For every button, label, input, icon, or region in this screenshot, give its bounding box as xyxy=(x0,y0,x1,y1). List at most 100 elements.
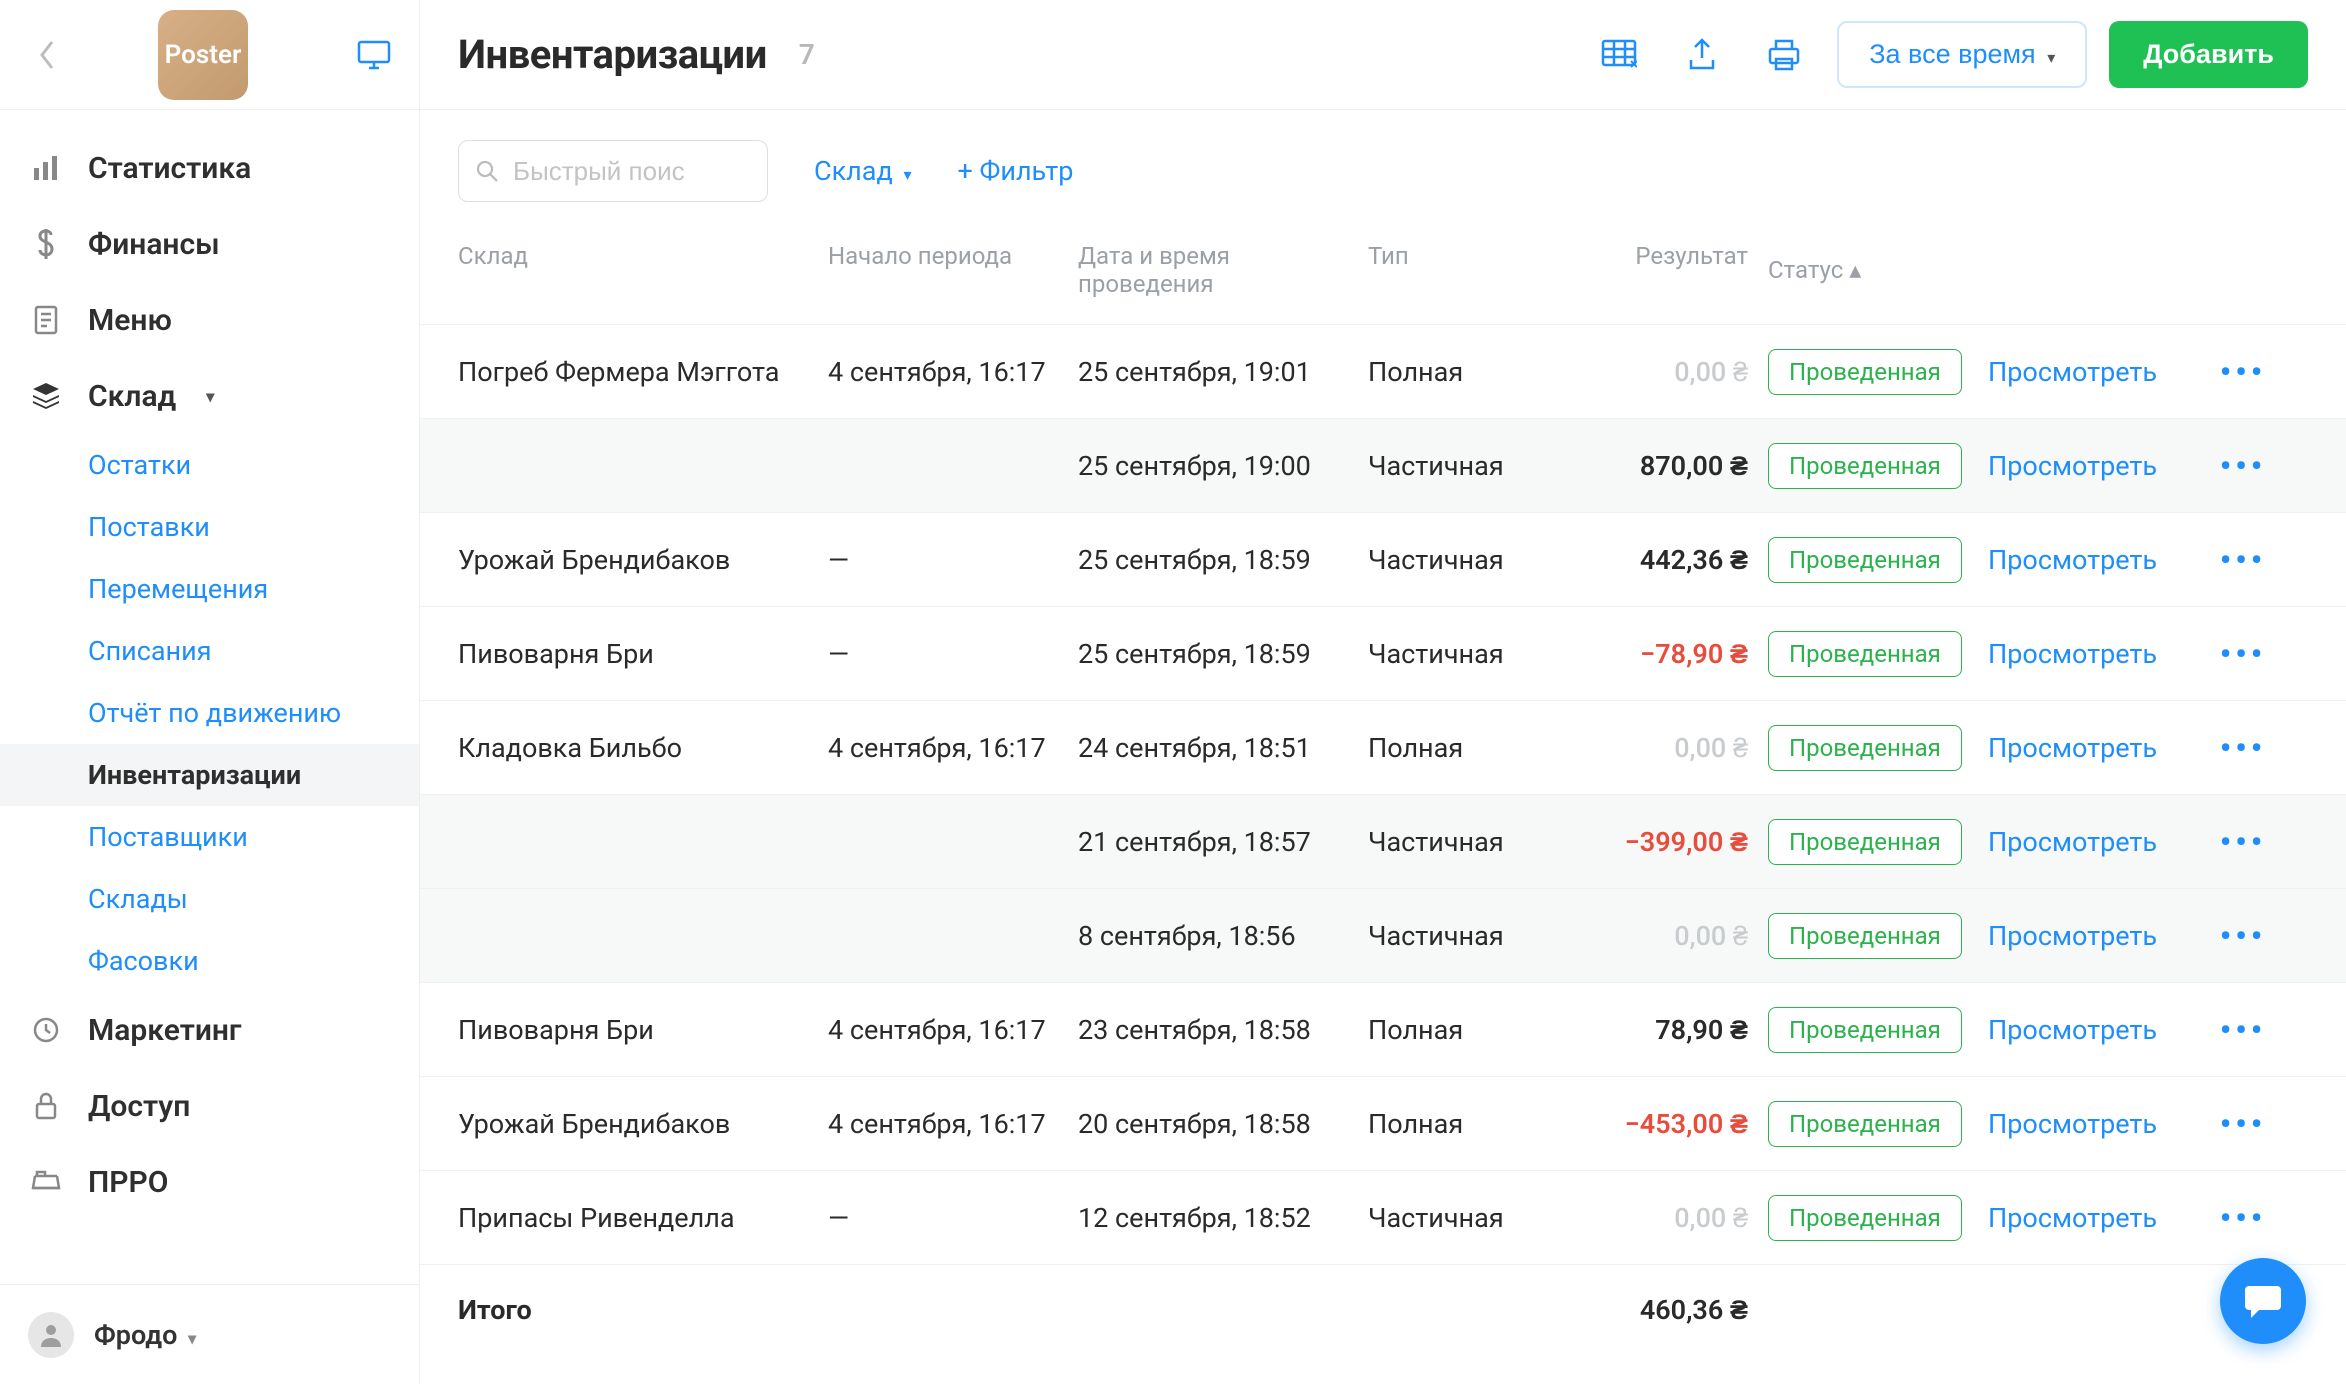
cell-date: 8 сентября, 18:56 xyxy=(1078,920,1368,952)
nav-warehouse-sub: Остатки Поставки Перемещения Списания От… xyxy=(0,434,419,992)
view-link[interactable]: Просмотреть xyxy=(1988,1202,2198,1234)
nav-finance[interactable]: Финансы xyxy=(0,206,419,282)
row-menu-icon[interactable]: ••• xyxy=(2198,1199,2288,1237)
sub-balances[interactable]: Остатки xyxy=(88,434,419,496)
table-header: Склад Начало периода Дата и время провед… xyxy=(420,216,2346,324)
search-input[interactable] xyxy=(513,156,751,187)
page-count: 7 xyxy=(799,38,815,71)
view-link[interactable]: Просмотреть xyxy=(1988,826,2198,858)
th-result[interactable]: Результат xyxy=(1568,242,1768,298)
row-menu-icon[interactable]: ••• xyxy=(2198,1105,2288,1143)
brand-logo[interactable]: Poster xyxy=(158,10,248,100)
row-menu-icon[interactable]: ••• xyxy=(2198,917,2288,955)
sort-asc-icon: ▴ xyxy=(1849,256,1861,284)
view-link[interactable]: Просмотреть xyxy=(1988,732,2198,764)
back-icon[interactable] xyxy=(28,28,68,82)
table-row[interactable]: Кладовка Бильбо4 сентября, 16:1724 сентя… xyxy=(420,700,2346,794)
cell-type: Частичная xyxy=(1368,826,1568,858)
cell-warehouse: Урожай Брендибаков xyxy=(458,544,828,576)
cell-result: 78,90 ₴ xyxy=(1568,1014,1768,1046)
chevron-down-icon: ▾ xyxy=(188,1329,196,1348)
date-range-button[interactable]: За все время ▾ xyxy=(1837,21,2087,88)
th-status[interactable]: Статус ▴ xyxy=(1768,242,1988,298)
cell-warehouse: Погреб Фермера Мэггота xyxy=(458,356,828,388)
view-link[interactable]: Просмотреть xyxy=(1988,920,2198,952)
view-link[interactable]: Просмотреть xyxy=(1988,356,2198,388)
table-row[interactable]: Погреб Фермера Мэггота4 сентября, 16:172… xyxy=(420,324,2346,418)
table-row[interactable]: Урожай Брендибаков4 сентября, 16:1720 се… xyxy=(420,1076,2346,1170)
chat-button[interactable] xyxy=(2220,1258,2306,1344)
view-link[interactable]: Просмотреть xyxy=(1988,638,2198,670)
cell-result: −453,00 ₴ xyxy=(1568,1108,1768,1140)
th-type[interactable]: Тип xyxy=(1368,242,1568,298)
cell-period: 4 сентября, 16:17 xyxy=(828,732,1078,764)
sub-supplies[interactable]: Поставки xyxy=(88,496,419,558)
th-warehouse[interactable]: Склад xyxy=(458,242,828,298)
th-period[interactable]: Начало периода xyxy=(828,242,1078,298)
warehouse-filter[interactable]: Склад ▾ xyxy=(814,155,912,187)
row-menu-icon[interactable]: ••• xyxy=(2198,823,2288,861)
register-icon xyxy=(30,1170,62,1194)
nav-warehouse[interactable]: Склад ▾ xyxy=(0,358,419,434)
view-link[interactable]: Просмотреть xyxy=(1988,544,2198,576)
columns-icon[interactable] xyxy=(1587,29,1651,81)
sub-transfers[interactable]: Перемещения xyxy=(88,558,419,620)
table-row[interactable]: 21 сентября, 18:57Частичная−399,00 ₴Пров… xyxy=(420,794,2346,888)
row-menu-icon[interactable]: ••• xyxy=(2198,635,2288,673)
sub-packaging[interactable]: Фасовки xyxy=(88,930,419,992)
search-input-wrapper[interactable] xyxy=(458,140,768,202)
sub-movement[interactable]: Отчёт по движению xyxy=(88,682,419,744)
clock-icon xyxy=(30,1016,62,1044)
print-icon[interactable] xyxy=(1753,29,1815,81)
sub-writeoffs[interactable]: Списания xyxy=(88,620,419,682)
table-row[interactable]: Пивоварня Бри4 сентября, 16:1723 сентябр… xyxy=(420,982,2346,1076)
nav-marketing[interactable]: Маркетинг xyxy=(0,992,419,1068)
table-row[interactable]: Пивоварня Бри—25 сентября, 18:59Частична… xyxy=(420,606,2346,700)
cell-status: Проведенная xyxy=(1768,631,1988,677)
export-icon[interactable] xyxy=(1673,28,1731,82)
view-link[interactable]: Просмотреть xyxy=(1988,1014,2198,1046)
nav-access[interactable]: Доступ xyxy=(0,1068,419,1144)
user-menu[interactable]: Фродо ▾ xyxy=(0,1284,419,1384)
sub-warehouses[interactable]: Склады xyxy=(88,868,419,930)
table-row[interactable]: Урожай Брендибаков—25 сентября, 18:59Час… xyxy=(420,512,2346,606)
add-button[interactable]: Добавить xyxy=(2109,21,2308,88)
page-header: Инвентаризации 7 За все время ▾ Добавить xyxy=(420,0,2346,110)
nav-label: Доступ xyxy=(88,1089,190,1124)
add-filter[interactable]: + Фильтр xyxy=(958,155,1074,187)
nav-prro[interactable]: ПРРО xyxy=(0,1144,419,1220)
row-menu-icon[interactable]: ••• xyxy=(2198,447,2288,485)
cell-type: Полная xyxy=(1368,732,1568,764)
cell-period: — xyxy=(828,1202,1078,1234)
row-menu-icon[interactable]: ••• xyxy=(2198,541,2288,579)
th-date[interactable]: Дата и время проведения xyxy=(1078,242,1368,298)
view-link[interactable]: Просмотреть xyxy=(1988,1108,2198,1140)
cell-date: 23 сентября, 18:58 xyxy=(1078,1014,1368,1046)
sub-suppliers[interactable]: Поставщики xyxy=(88,806,419,868)
table-row[interactable]: 8 сентября, 18:56Частичная0,00 ₴Проведен… xyxy=(420,888,2346,982)
nav-label: Статистика xyxy=(88,151,251,186)
cell-result: 870,00 ₴ xyxy=(1568,450,1768,482)
display-icon[interactable] xyxy=(357,40,391,70)
view-link[interactable]: Просмотреть xyxy=(1988,450,2198,482)
cell-warehouse: Кладовка Бильбо xyxy=(458,732,828,764)
cell-result: 0,00 ₴ xyxy=(1568,920,1768,952)
row-menu-icon[interactable]: ••• xyxy=(2198,729,2288,767)
cell-date: 21 сентября, 18:57 xyxy=(1078,826,1368,858)
cell-type: Частичная xyxy=(1368,544,1568,576)
sidebar-header: Poster xyxy=(0,0,419,110)
cell-warehouse: Урожай Брендибаков xyxy=(458,1108,828,1140)
nav-label: Маркетинг xyxy=(88,1013,242,1048)
nav-menu[interactable]: Меню xyxy=(0,282,419,358)
cell-date: 12 сентября, 18:52 xyxy=(1078,1202,1368,1234)
cell-status: Проведенная xyxy=(1768,1101,1988,1147)
sidebar: Poster Статистика Финансы Меню Склад ▾ xyxy=(0,0,420,1384)
nav: Статистика Финансы Меню Склад ▾ Остатки … xyxy=(0,110,419,1284)
table-row[interactable]: Припасы Ривенделла—12 сентября, 18:52Час… xyxy=(420,1170,2346,1264)
sub-inventories[interactable]: Инвентаризации xyxy=(0,744,419,806)
row-menu-icon[interactable]: ••• xyxy=(2198,353,2288,391)
table-row[interactable]: 25 сентября, 19:00Частичная870,00 ₴Прове… xyxy=(420,418,2346,512)
table-footer: Итого 460,36 ₴ xyxy=(420,1264,2346,1354)
nav-statistics[interactable]: Статистика xyxy=(0,130,419,206)
row-menu-icon[interactable]: ••• xyxy=(2198,1011,2288,1049)
